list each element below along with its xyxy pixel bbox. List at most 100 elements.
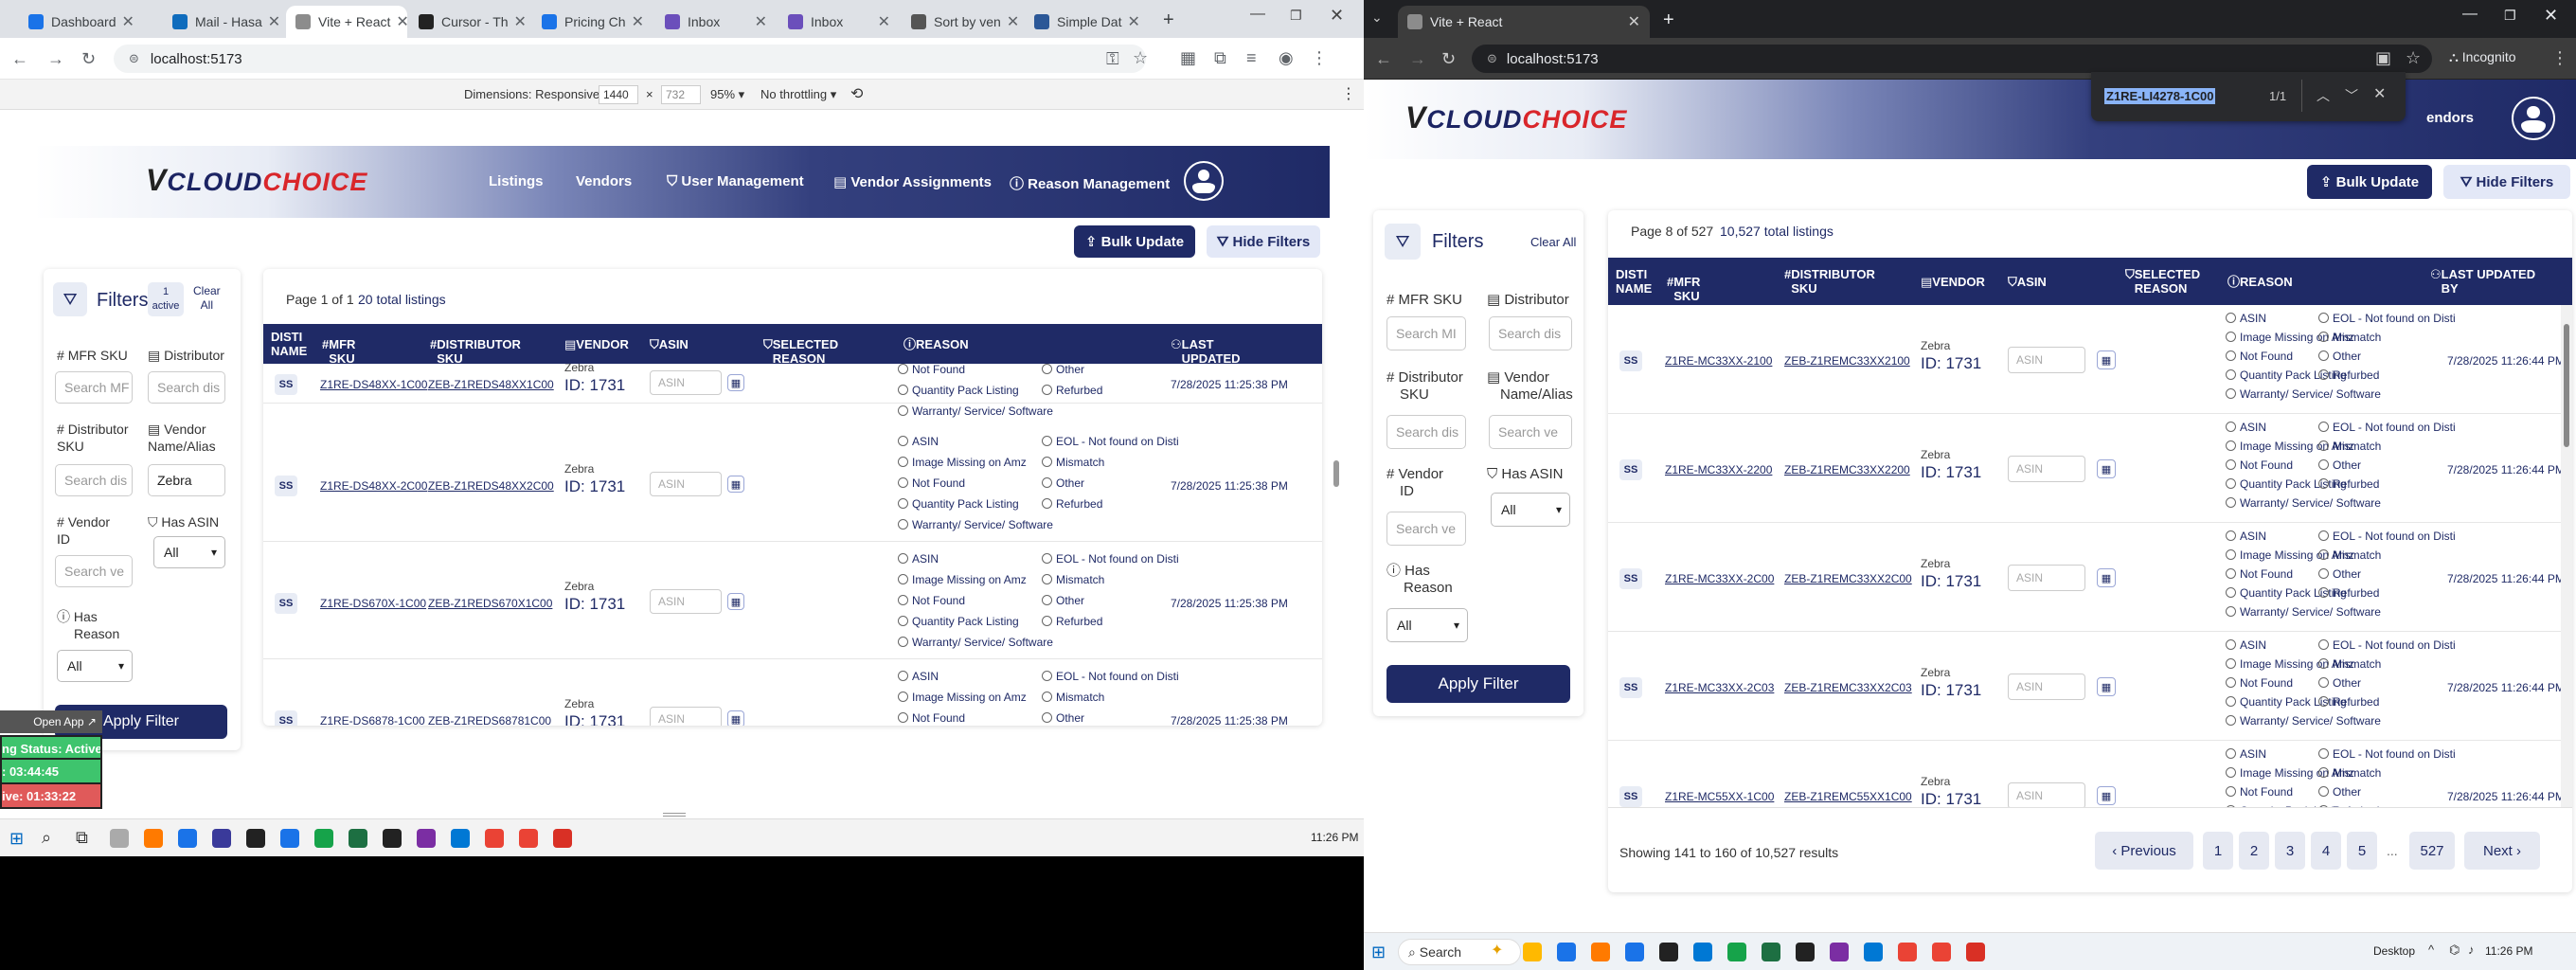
reason-option[interactable]: EOL - Not found on Disti <box>2318 638 2456 653</box>
menu-dots-icon[interactable]: ⋮ <box>2551 49 2568 66</box>
reason-option[interactable]: ASIN <box>898 551 939 566</box>
bookmark-star-icon[interactable]: ☆ <box>2406 49 2421 66</box>
mfr-sku-link[interactable]: Z1RE-MC33XX-2100 <box>1665 354 1772 368</box>
calendar-icon[interactable]: ▦ <box>2097 786 2116 805</box>
forward-icon[interactable]: → <box>47 50 64 67</box>
width-input[interactable]: 1440 <box>599 85 638 104</box>
reason-option[interactable]: ASIN <box>2226 420 2266 435</box>
asin-input[interactable]: ASIN <box>2008 347 2085 373</box>
tab-1[interactable]: Dashboard ✕ <box>19 6 140 38</box>
reason-option[interactable]: Refurbed <box>1042 614 1102 629</box>
tab-9[interactable]: Simple Dat ✕ <box>1025 6 1146 38</box>
taskbar-app-icon[interactable] <box>451 829 470 848</box>
find-next-icon[interactable]: ﹀ <box>2345 86 2358 105</box>
page-2-button[interactable]: 2 <box>2239 832 2269 870</box>
network-icon[interactable]: ⌬ <box>2449 943 2460 958</box>
page-4-button[interactable]: 4 <box>2311 832 2341 870</box>
reason-option[interactable]: ASIN <box>2226 746 2266 762</box>
distributor-sku-link[interactable]: ZEB-Z1REMC33XX2C03 <box>1784 681 1912 694</box>
asin-input[interactable]: ASIN <box>650 589 722 614</box>
distributor-sku-link[interactable]: ZEB-Z1REDS48XX2C00 <box>428 479 554 493</box>
reason-option[interactable]: Not Found <box>2226 458 2293 473</box>
reason-option[interactable]: EOL - Not found on Disti <box>2318 746 2456 762</box>
has-asin-select[interactable]: All <box>153 536 225 568</box>
close-tab-icon[interactable]: ✕ <box>626 12 644 31</box>
close-tab-icon[interactable]: ✕ <box>509 12 527 31</box>
taskbar-app-icon[interactable] <box>1864 943 1883 961</box>
mfr-sku-link[interactable]: Z1RE-DS6878-1C00 <box>320 714 425 726</box>
reason-option[interactable]: Image Missing on Amz <box>898 572 1027 587</box>
windows-start-icon[interactable]: ⊞ <box>9 829 24 849</box>
col-selected-reason[interactable]: ⛉ SELECTED REASON <box>763 337 838 366</box>
reason-option[interactable]: Other <box>1042 593 1084 608</box>
reload-icon[interactable]: ↻ <box>81 50 96 67</box>
reason-option[interactable]: Other <box>1042 710 1084 726</box>
nav-user-management[interactable]: ⛉ User Management <box>667 173 804 189</box>
taskbar-app-icon[interactable] <box>314 829 333 848</box>
close-tab-icon[interactable]: ✕ <box>116 12 134 31</box>
taskbar-app-icon[interactable] <box>178 829 197 848</box>
reload-icon[interactable]: ↻ <box>1441 50 1456 67</box>
reason-option[interactable]: Image Missing on Amz <box>898 690 1027 705</box>
reason-option[interactable]: Image Missing on Amz <box>898 455 1027 470</box>
col-selected-reason[interactable]: ⛉ SELECTED REASON <box>2125 267 2201 296</box>
back-icon[interactable]: ← <box>11 50 28 67</box>
reason-option[interactable]: Warranty/ Service/ Software <box>898 635 1053 650</box>
close-tab-icon[interactable]: ✕ <box>872 12 890 31</box>
vendor-name-input[interactable]: Zebra <box>148 464 225 496</box>
hide-filters-button[interactable]: ⛛ Hide Filters <box>1207 225 1320 258</box>
calendar-icon[interactable]: ▦ <box>2097 677 2116 696</box>
copilot-sparkle-icon[interactable]: ✦ <box>1491 941 1503 960</box>
height-input[interactable]: 732 <box>661 85 701 104</box>
page-last-button[interactable]: 527 <box>2409 832 2455 870</box>
reason-option[interactable]: Mismatch <box>1042 572 1104 587</box>
page-3-button[interactable]: 3 <box>2275 832 2305 870</box>
forward-icon[interactable]: → <box>1409 50 1426 67</box>
devtools-more-icon[interactable]: ⋮ <box>1341 84 1356 103</box>
taskbar-app-icon[interactable] <box>1830 943 1849 961</box>
reason-option[interactable]: Other <box>2318 675 2361 691</box>
close-tab-icon[interactable]: ✕ <box>262 12 280 31</box>
mfr-sku-link[interactable]: Z1RE-MC33XX-2C00 <box>1665 572 1774 585</box>
reason-option[interactable]: Mismatch <box>1042 690 1104 705</box>
restore-button[interactable]: ❐ <box>2504 8 2516 24</box>
vendor-id-input[interactable]: Search ve <box>55 555 133 587</box>
has-reason-select[interactable]: All <box>57 650 133 682</box>
site-info-icon[interactable]: ⊜ <box>129 51 139 66</box>
reason-option[interactable]: EOL - Not found on Disti <box>2318 420 2456 435</box>
reason-option[interactable]: Other <box>2318 566 2361 582</box>
distributor-sku-link[interactable]: ZEB-Z1REMC33XX2100 <box>1784 354 1910 368</box>
open-app-button[interactable]: Open App ↗ <box>0 710 102 733</box>
mfr-sku-link[interactable]: Z1RE-MC55XX-1C00 <box>1665 790 1774 803</box>
reason-option[interactable]: Quantity Pack Listing <box>898 614 1019 629</box>
reason-option[interactable]: Refurbed <box>1042 496 1102 512</box>
reason-option[interactable]: Mismatch <box>2318 439 2381 454</box>
reason-option[interactable]: Other <box>2318 349 2361 364</box>
reason-option[interactable]: ASIN <box>898 669 939 684</box>
close-tab-icon[interactable]: ✕ <box>390 12 407 31</box>
mfr-sku-link[interactable]: Z1RE-MC33XX-2C03 <box>1665 681 1774 694</box>
hide-filters-button[interactable]: ⛛ Hide Filters <box>2443 165 2570 199</box>
reason-option[interactable]: EOL - Not found on Disti <box>2318 529 2456 544</box>
table-scrollbar[interactable] <box>2561 305 2572 807</box>
reason-option[interactable]: Warranty/ Service/ Software <box>2226 495 2381 511</box>
extensions-puzzle-icon[interactable]: ⧉ <box>1214 49 1226 66</box>
taskbar-app-icon[interactable] <box>349 829 367 848</box>
calendar-icon[interactable]: ▦ <box>2097 459 2116 478</box>
distributor-input[interactable]: Search dis <box>148 371 225 404</box>
reason-option[interactable]: Not Found <box>898 364 965 377</box>
col-mfr-sku[interactable]: # MFR SKU <box>1667 275 1700 303</box>
page-action-icon[interactable]: ▣ <box>2375 49 2391 66</box>
reason-option[interactable]: Mismatch <box>2318 656 2381 672</box>
col-vendor[interactable]: ▤ VENDOR <box>564 337 629 351</box>
viewport-scrollbar[interactable] <box>1333 460 1339 487</box>
reason-option[interactable]: Mismatch <box>2318 765 2381 781</box>
bulk-update-button[interactable]: ⇪ Bulk Update <box>1074 225 1195 258</box>
throttle-select[interactable]: No throttling ▾ <box>760 87 836 102</box>
reason-option[interactable]: Refurbed <box>2318 585 2379 601</box>
bookmark-star-icon[interactable]: ☆ <box>1133 49 1148 66</box>
reason-option[interactable]: Other <box>1042 364 1084 377</box>
reason-option[interactable]: Not Found <box>2226 784 2293 799</box>
volume-icon[interactable]: ♪ <box>2468 943 2475 957</box>
col-disti-name[interactable]: DISTI NAME <box>1616 267 1654 296</box>
